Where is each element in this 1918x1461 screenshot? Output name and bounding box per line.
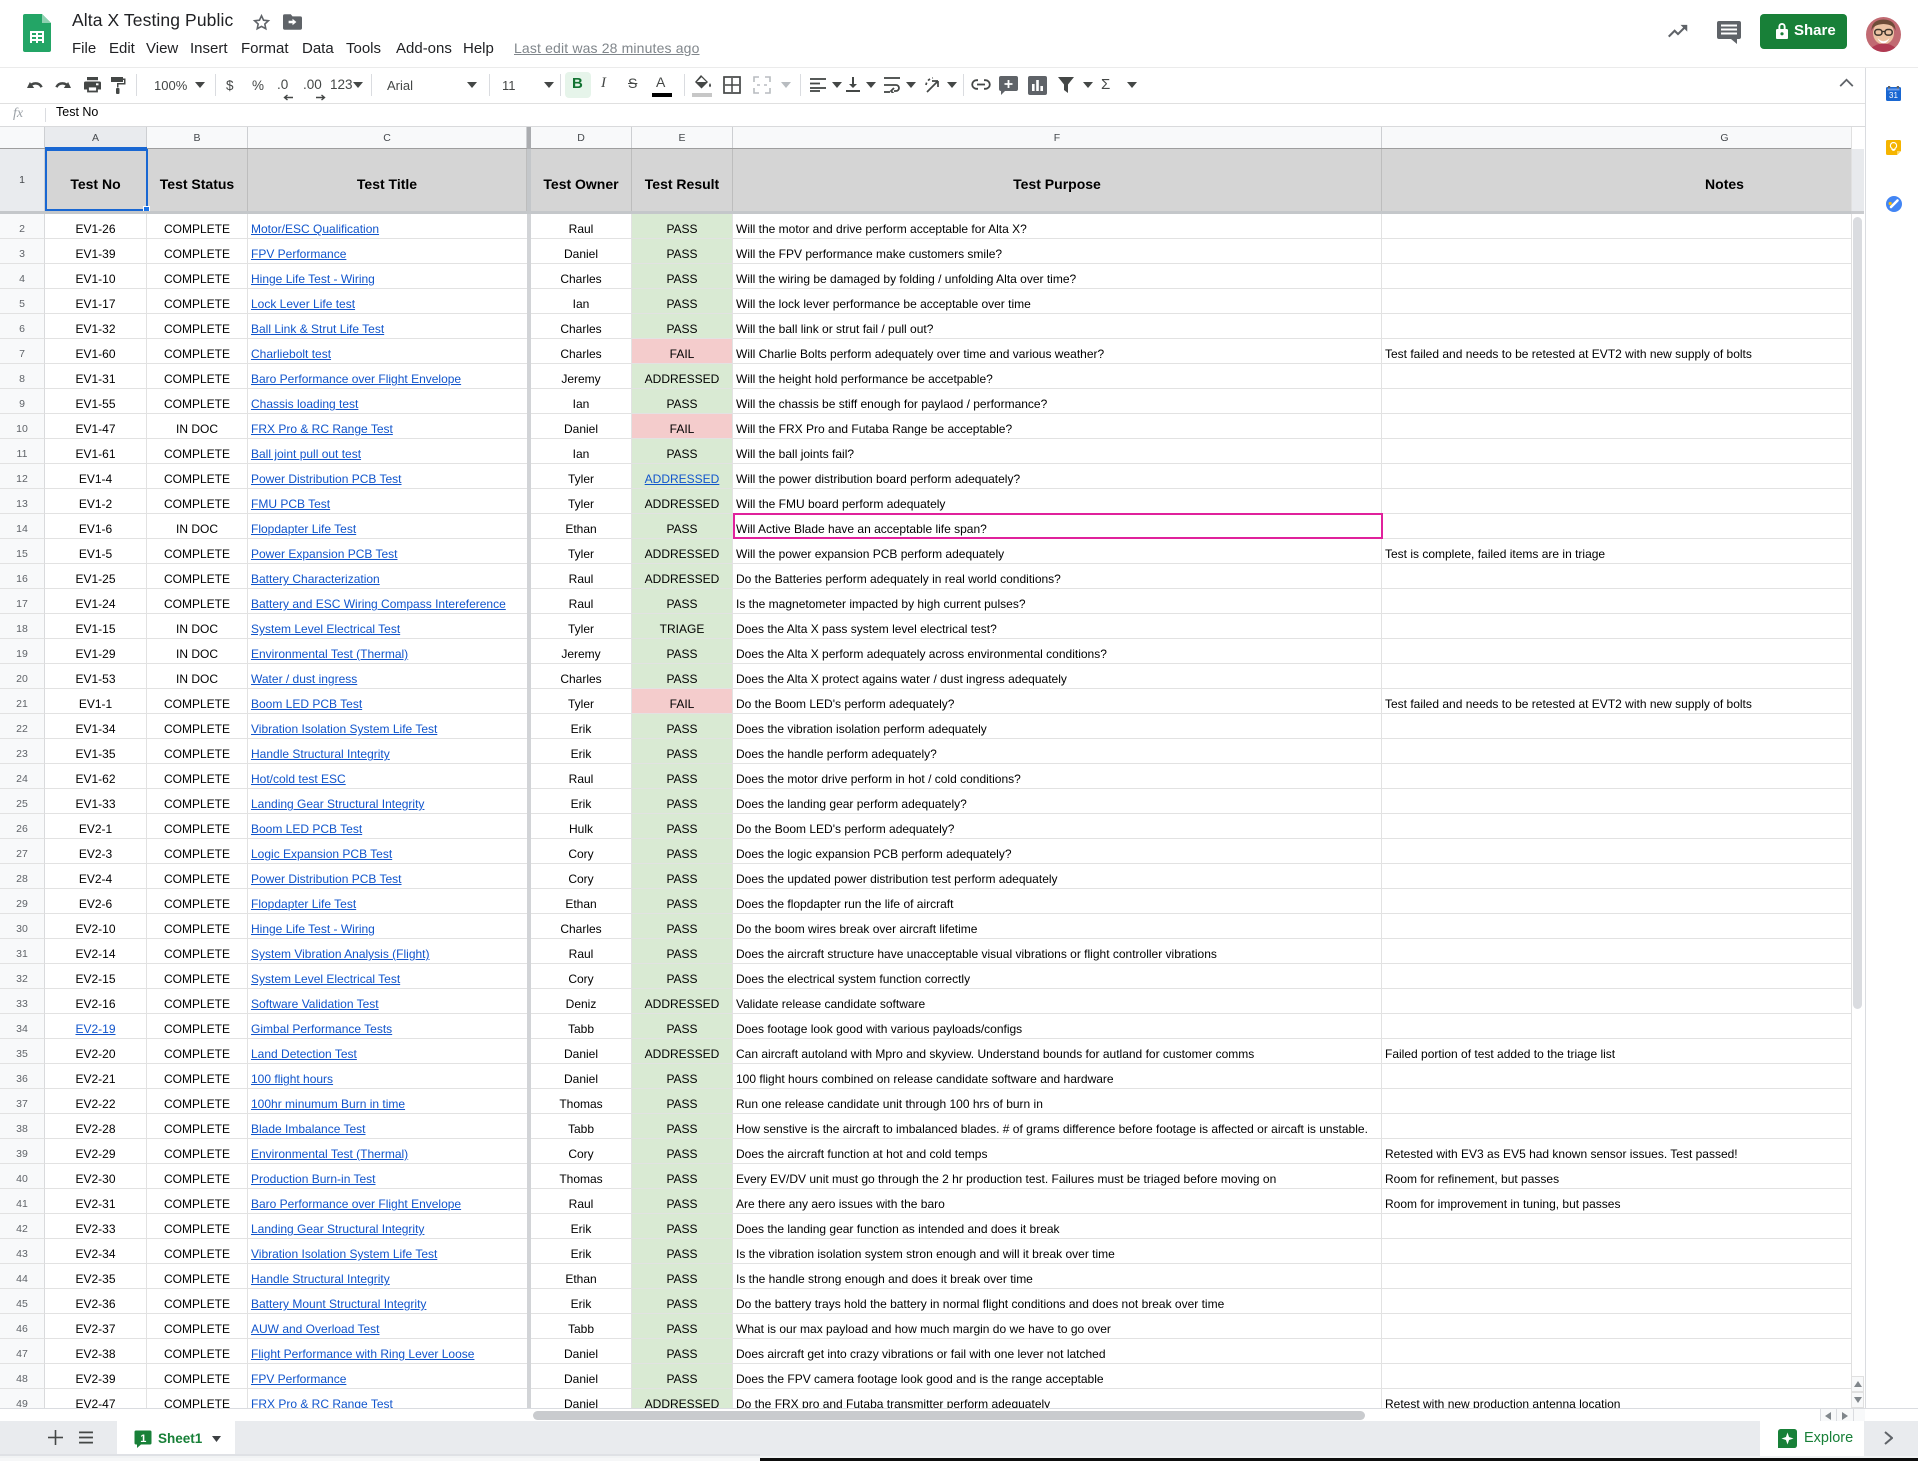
svg-text:1: 1: [140, 1433, 146, 1445]
svg-text:31: 31: [1889, 91, 1898, 100]
